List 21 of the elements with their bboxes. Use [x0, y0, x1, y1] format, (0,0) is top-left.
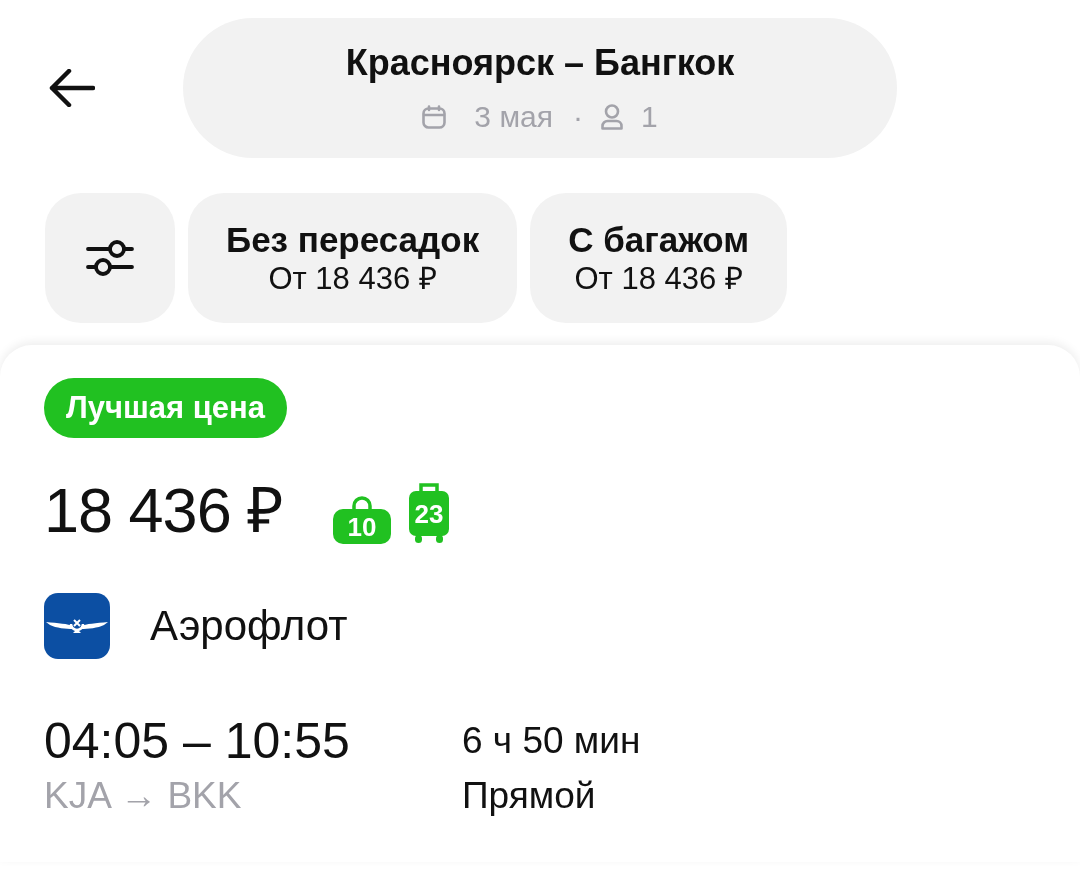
- airline-name: Аэрофлот: [150, 602, 348, 650]
- flight-duration: 6 ч 50 мин: [462, 719, 642, 763]
- filter-chip[interactable]: С багажом От 18 436 ₽: [530, 193, 788, 323]
- calendar-icon: [422, 105, 447, 129]
- back-arrow-icon: [49, 69, 95, 107]
- offer-card[interactable]: Лучшая цена 18 436 ₽ 10 23 Аэрофлот 04:05 – 10:55 6 ч 50 мин KJA → BKK Прямой: [0, 345, 1080, 862]
- settings-sliders-icon: [86, 239, 134, 277]
- passenger-count: 1: [640, 99, 658, 135]
- date-text: 3 мая: [474, 99, 553, 135]
- person-icon: [600, 104, 623, 130]
- filters-button[interactable]: [45, 193, 175, 323]
- route-title: Красноярск – Бангкок: [345, 41, 735, 85]
- winged-emblem-logo-icon: [44, 593, 110, 659]
- price-text: 18 436 ₽: [44, 475, 284, 545]
- best-price-badge: Лучшая цена: [44, 378, 288, 438]
- separator-dot: ·: [572, 99, 583, 135]
- filter-chip[interactable]: Без пересадок От 18 436 ₽: [188, 193, 518, 323]
- flight-times: 04:05 – 10:55: [44, 712, 351, 770]
- airport-codes: KJA → BKK: [44, 774, 243, 818]
- stops-text: Прямой: [462, 774, 597, 818]
- search-summary-pill[interactable]: Красноярск – Бангкок 3 мая · 1: [183, 18, 897, 158]
